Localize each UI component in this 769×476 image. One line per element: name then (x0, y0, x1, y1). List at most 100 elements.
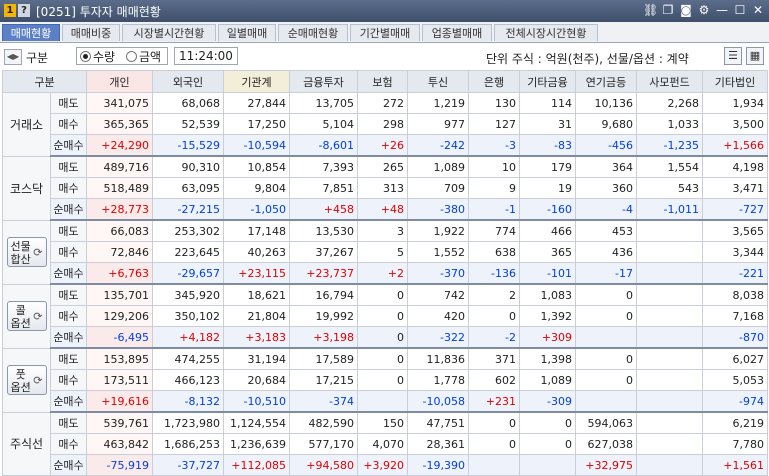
list-view-icon[interactable]: ☰ (724, 47, 742, 65)
value-cell: 63,095 (152, 177, 224, 199)
tab-trade-status[interactable]: 매매현황 (2, 24, 60, 41)
table-row: 순매수 -75,919 -37,727 +112,085 +94,580 +3,920 -1… (3, 454, 768, 476)
link-icon[interactable]: ⛓ (643, 3, 658, 17)
row-label: 순매수 (50, 454, 87, 476)
value-cell: 345,920 (152, 283, 224, 306)
tab-all-market-time[interactable]: 전체시장시간현황 (494, 24, 598, 41)
value-cell: 6,219 (702, 411, 768, 434)
value-cell: 977 (407, 113, 469, 135)
table-row: 풋 옵션 ⟳ 매도 153,895 474,255 31,194 17,589 0 11,836 3… (2, 347, 768, 413)
value-cell: -19,390 (407, 454, 469, 476)
radio-quantity-icon[interactable] (80, 51, 91, 62)
value-cell: 10,136 (575, 92, 637, 114)
value-cell: 1,552 (407, 241, 469, 263)
maximize-icon[interactable]: ☐ (733, 3, 747, 17)
table-row: 순매수 +24,290 -15,529 -10,594 -8,601 +26 -242 -3-… (3, 134, 768, 157)
value-cell: 5 (357, 241, 408, 263)
group-toggle-button[interactable]: 선물 합산 ⟳ (6, 237, 47, 267)
time-input[interactable]: 11:24:00 (174, 47, 238, 65)
value-cell: 7,168 (702, 305, 768, 327)
value-cell: 21,804 (223, 305, 290, 327)
value-cell: 2,268 (636, 92, 703, 114)
row-label: 매수 (50, 241, 87, 263)
header-other-corp[interactable]: 기타법인 (702, 70, 768, 93)
value-cell: -870 (702, 326, 768, 349)
tab-market-time[interactable]: 시장별시간현황 (122, 24, 216, 41)
header-trust[interactable]: 투신 (407, 70, 469, 93)
table-row: 주식선 매도 539,761 1,723,980 1,124,554 482,590 150… (2, 411, 768, 476)
value-cell: 3,565 (702, 219, 768, 242)
radio-quantity[interactable]: 수량 (80, 48, 115, 65)
radio-amount[interactable]: 금액 (126, 48, 161, 65)
table-row: 매수 463,842 1,686,253 1,236,639 577,170 4,070 2… (3, 433, 768, 455)
value-cell: 4,070 (357, 433, 408, 455)
value-cell: +3,920 (357, 454, 408, 476)
value-cell: 90,310 (152, 155, 224, 178)
header-pension[interactable]: 연기금등 (575, 70, 637, 93)
value-cell: -10,058 (407, 390, 469, 413)
value-cell: 20,684 (223, 369, 290, 391)
value-cell: 0 (575, 283, 637, 306)
help-badge[interactable]: ? (18, 4, 30, 17)
value-cell: +3,183 (223, 326, 290, 349)
header-institution[interactable]: 기관계 (223, 70, 290, 93)
tab-daily[interactable]: 일별매매 (218, 24, 276, 41)
tab-sector[interactable]: 업종별매매 (422, 24, 492, 41)
value-cell (636, 369, 703, 391)
value-cell: 298 (357, 113, 408, 135)
screen-number-badge[interactable]: 1 (4, 4, 16, 17)
row-label: 순매수 (50, 262, 87, 285)
value-cell: 1,236,639 (223, 433, 290, 455)
header-bank[interactable]: 은행 (468, 70, 520, 93)
gubun-label: 구분 (26, 51, 49, 65)
header-individual[interactable]: 개인 (86, 70, 153, 93)
title-icons: ⛓ ❐ ◙ ⚙ — ☐ ✕ (643, 3, 765, 17)
group-toggle-button[interactable]: 풋 옵션 ⟳ (6, 365, 47, 395)
close-icon[interactable]: ✕ (751, 3, 765, 17)
value-cell (357, 390, 408, 413)
table-row: 콜 옵션 ⟳ 매도 135,701 345,920 18,621 16,794 0 742 2 1,0… (2, 283, 768, 349)
tab-net-trade[interactable]: 순매매현황 (278, 24, 348, 41)
value-cell: 129,206 (86, 305, 153, 327)
value-cell: -1,011 (636, 198, 703, 221)
radio-amount-icon[interactable] (126, 51, 137, 62)
row-label: 매도 (50, 347, 87, 370)
camera-icon[interactable]: ◙ (679, 3, 693, 17)
value-cell: 13,705 (289, 92, 358, 114)
header-insurance[interactable]: 보험 (357, 70, 408, 93)
value-cell: +3,198 (289, 326, 358, 349)
refresh-icon: ⟳ (33, 310, 43, 323)
prev-next-arrows-icon[interactable]: ◀▶ (4, 49, 22, 65)
value-cell: 3,471 (702, 177, 768, 199)
header-private-fund[interactable]: 사모펀드 (636, 70, 703, 93)
value-cell: 1,089 (407, 155, 469, 178)
value-cell (636, 219, 703, 242)
value-cell: 3,500 (702, 113, 768, 135)
tab-trade-ratio[interactable]: 매매비중 (62, 24, 120, 41)
header-other-finance[interactable]: 기타금융 (519, 70, 576, 93)
table-row: 코스닥 매도 489,716 90,310 10,854 7,393 265 1,089 10 1… (2, 155, 768, 221)
header-foreign[interactable]: 외국인 (152, 70, 224, 93)
value-cell: +6,763 (86, 262, 153, 285)
value-cell: -309 (519, 390, 576, 413)
value-cell: 150 (357, 411, 408, 434)
value-cell: 37,267 (289, 241, 358, 263)
value-cell: 0 (357, 326, 408, 349)
value-cell (468, 454, 520, 476)
value-cell: +458 (289, 198, 358, 221)
header-financial-invest[interactable]: 금융투자 (289, 70, 358, 93)
value-cell: 19 (519, 177, 576, 199)
value-cell: 11,836 (407, 347, 469, 370)
group-toggle-button[interactable]: 콜 옵션 ⟳ (6, 301, 47, 331)
tab-period[interactable]: 기간별매매 (350, 24, 420, 41)
value-cell: +1,561 (702, 454, 768, 476)
minimize-icon[interactable]: — (715, 3, 729, 17)
copy-icon[interactable]: ❐ (661, 3, 675, 17)
value-cell: 1,124,554 (223, 411, 290, 434)
grid-view-icon[interactable]: ▦ (746, 47, 764, 65)
row-label: 순매수 (50, 390, 87, 413)
value-cell: -160 (519, 198, 576, 221)
value-cell: 474,255 (152, 347, 224, 370)
table-row: 순매수 +6,763 -29,657 +23,115 +23,737 +2 -370 -136… (3, 262, 768, 285)
gear-icon[interactable]: ⚙ (697, 3, 711, 17)
